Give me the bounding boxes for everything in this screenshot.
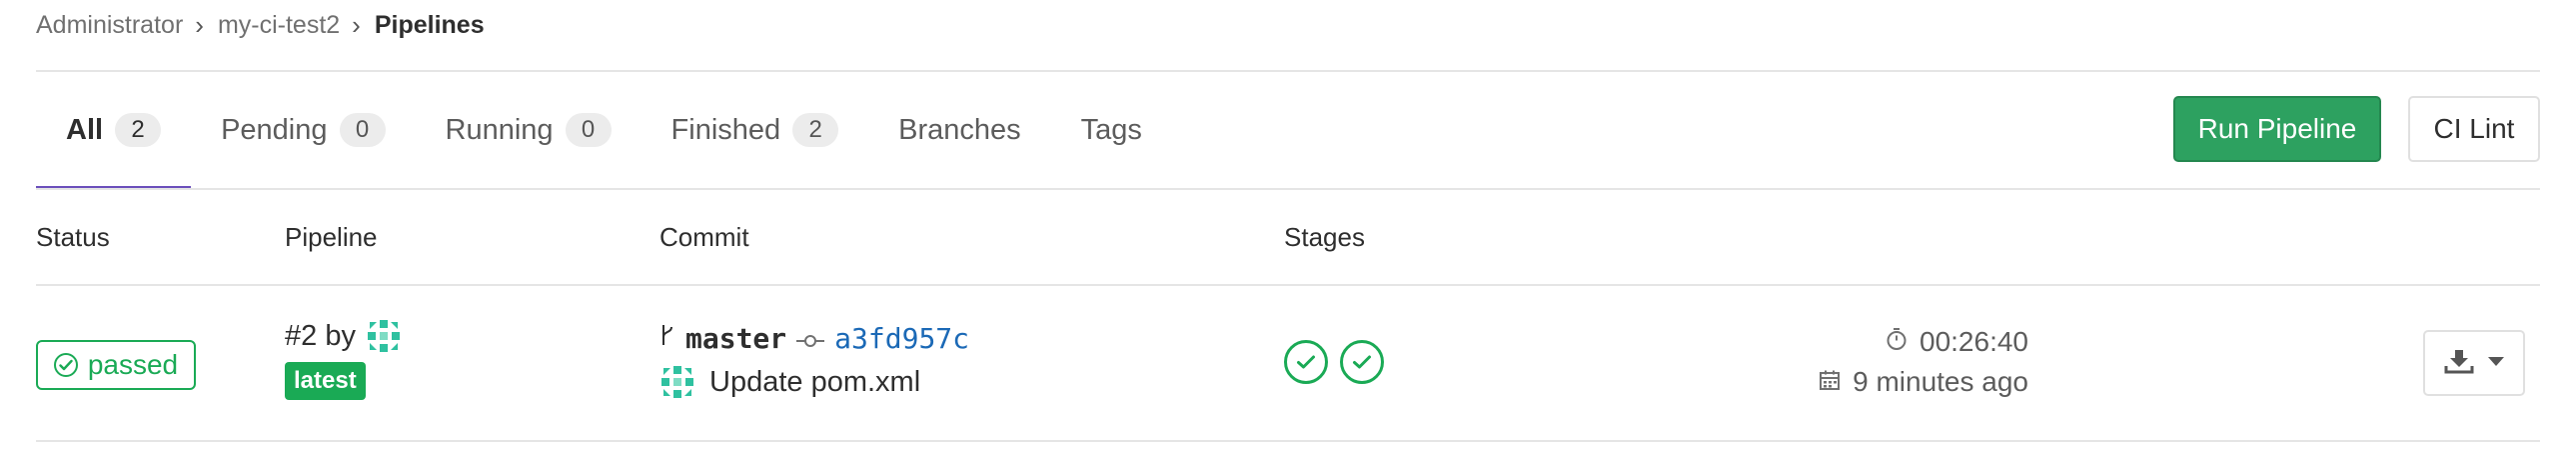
commit-ref: master a3fd957c [659, 322, 969, 355]
pipelines-page: Administrator › my-ci-test2 › Pipelines … [0, 0, 2576, 462]
tab-count-badge: 0 [339, 113, 386, 147]
tab-count-badge: 0 [565, 113, 612, 147]
commit-author-avatar[interactable] [659, 364, 695, 400]
column-header-status: Status [36, 222, 110, 252]
pipeline-timing: 00:26:40 9 minutes ago [1789, 322, 2028, 402]
tab-tags[interactable]: Tags [1051, 72, 1172, 188]
run-pipeline-button[interactable]: Run Pipeline [2173, 96, 2381, 162]
commit-message-link[interactable]: Update pom.xml [709, 366, 920, 399]
divider [36, 188, 2540, 190]
divider [36, 440, 2540, 442]
column-header-pipeline: Pipeline [285, 222, 378, 252]
breadcrumb-project[interactable]: my-ci-test2 [218, 11, 340, 40]
download-icon [2444, 348, 2474, 379]
branch-name-link[interactable]: master [685, 322, 786, 355]
status-label: passed [87, 349, 179, 380]
check-circle-icon [53, 353, 78, 377]
tab-label: Pending [221, 113, 328, 146]
breadcrumb-current[interactable]: Pipelines [375, 11, 485, 40]
caret-down-icon [2488, 354, 2504, 372]
pipeline-id-text: #2 by [285, 319, 356, 352]
tab-finished[interactable]: Finished 2 [642, 72, 869, 188]
tab-count-badge: 2 [115, 113, 162, 147]
status-badge[interactable]: passed [36, 340, 196, 390]
finished-line: 9 minutes ago [1789, 362, 2028, 402]
commit-sha-link[interactable]: a3fd957c [834, 322, 969, 355]
timer-icon [1886, 326, 1908, 358]
duration-line: 00:26:40 [1789, 322, 2028, 362]
calendar-icon [1819, 366, 1841, 398]
tab-all[interactable]: All 2 [36, 72, 192, 190]
duration-value: 00:26:40 [1920, 326, 2028, 357]
stage-passed-icon[interactable] [1340, 340, 1384, 384]
breadcrumb-administrator[interactable]: Administrator [36, 11, 183, 40]
branch-icon [659, 323, 675, 354]
tab-label: Running [445, 113, 554, 146]
pipeline-scope-tabs: All 2 Pending 0 Running 0 Finished 2 Bra… [36, 72, 1172, 190]
stages-group [1284, 340, 1384, 384]
column-header-commit: Commit [659, 222, 749, 252]
tab-label: Finished [670, 113, 781, 146]
chevron-right-icon: › [352, 9, 361, 40]
column-header-stages: Stages [1284, 222, 1365, 252]
user-avatar[interactable] [366, 318, 402, 354]
breadcrumb: Administrator › my-ci-test2 › Pipelines [36, 8, 485, 42]
finished-time-value: 9 minutes ago [1853, 366, 2028, 397]
artifacts-download-dropdown[interactable] [2423, 330, 2525, 396]
stage-passed-icon[interactable] [1284, 340, 1328, 384]
pipeline-link[interactable]: #2 by [285, 318, 402, 354]
commit-icon [796, 323, 825, 355]
chevron-right-icon: › [195, 9, 204, 40]
tab-branches[interactable]: Branches [868, 72, 1051, 188]
tab-label: Branches [898, 113, 1021, 146]
commit-title: Update pom.xml [659, 364, 920, 400]
tab-label: All [66, 113, 104, 146]
tab-count-badge: 2 [792, 113, 839, 147]
tab-label: Tags [1080, 113, 1142, 146]
latest-badge: latest [285, 362, 366, 400]
ci-lint-button[interactable]: CI Lint [2408, 96, 2540, 162]
tab-pending[interactable]: Pending 0 [191, 72, 415, 188]
tab-running[interactable]: Running 0 [416, 72, 642, 188]
divider [36, 284, 2540, 286]
